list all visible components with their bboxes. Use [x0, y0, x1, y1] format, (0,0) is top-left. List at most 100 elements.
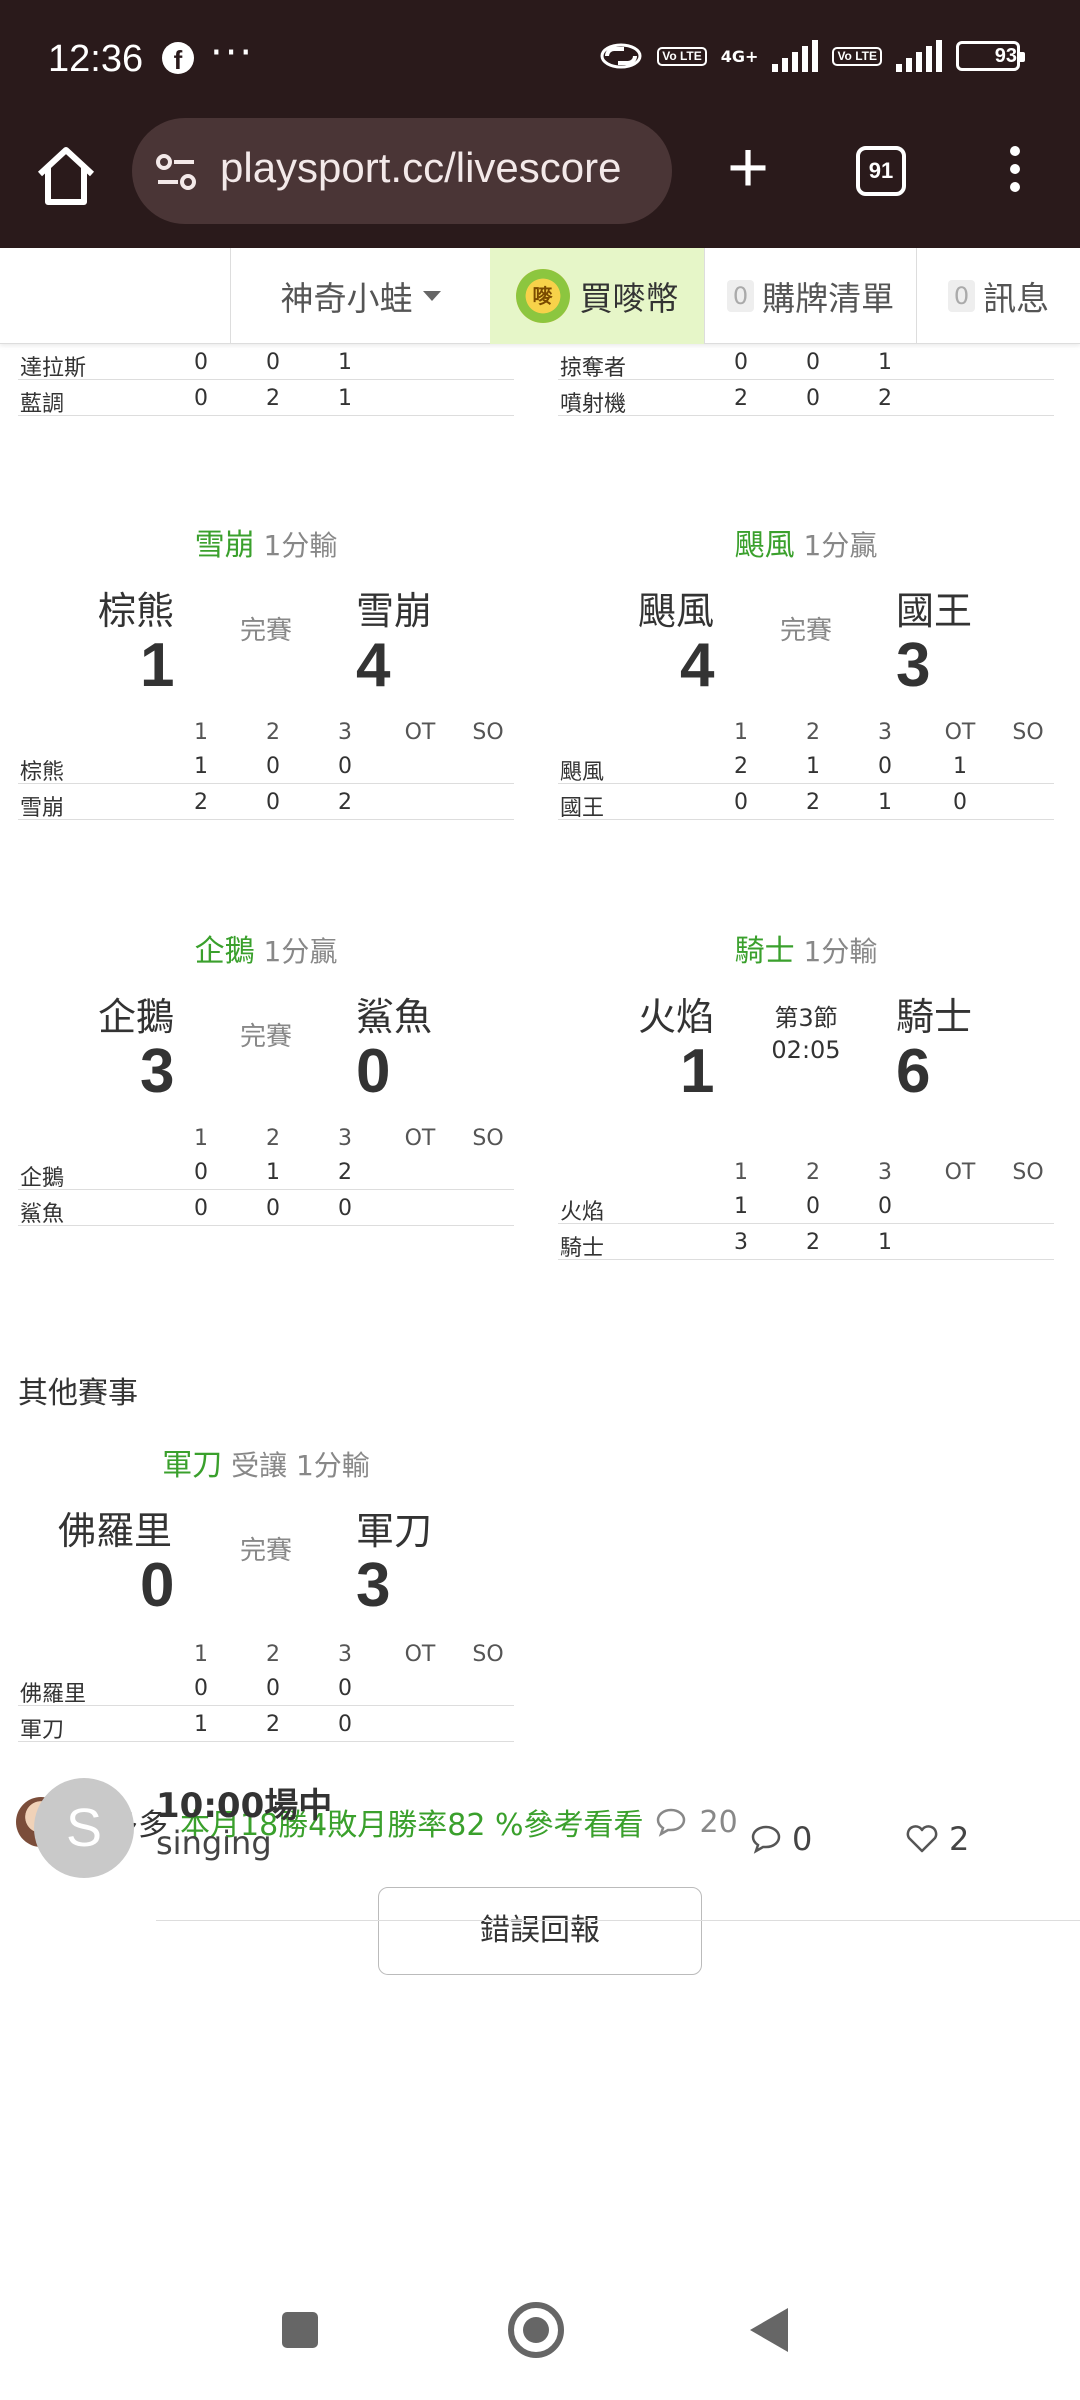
site-settings-icon[interactable] — [152, 148, 200, 196]
table-row: 藍調 0 2 1 — [18, 380, 514, 417]
away-team: 企鵝 — [98, 995, 175, 1039]
post-title[interactable]: 10:00場中 — [156, 1778, 332, 1827]
home-team: 軍刀 — [356, 1509, 433, 1553]
header-cell: 2 — [266, 720, 280, 745]
team-name: 噴射機 — [560, 392, 627, 417]
heart-icon — [906, 1825, 938, 1853]
period-score: 0 — [266, 790, 280, 815]
period-score: 1 — [806, 754, 820, 779]
table-row: 火焰 1 0 0 — [558, 1188, 1054, 1225]
period-table: 達拉斯 0 0 1 藍調 0 2 1 — [18, 344, 514, 417]
recent-apps-button[interactable] — [282, 2312, 318, 2348]
header-cell: 1 — [734, 1160, 748, 1185]
back-button[interactable] — [750, 2308, 788, 2352]
caret-down-icon — [422, 291, 441, 301]
team-name: 火焰 — [560, 1200, 605, 1225]
browser-menu-icon[interactable] — [990, 138, 1040, 208]
buy-coins-label: 買嘜幣 — [579, 279, 679, 318]
post-comments[interactable]: 0 — [750, 1820, 812, 1858]
home-score: 6 — [896, 1037, 931, 1106]
period-score: 0 — [266, 1676, 280, 1701]
battery-icon: 93 — [956, 41, 1025, 71]
winner-team: 企鵝 — [194, 934, 255, 969]
table-header: 1 2 3 OT SO — [558, 714, 1054, 748]
username: 神奇小蛙 — [280, 279, 413, 318]
home-button[interactable] — [508, 2302, 564, 2358]
game-status: 完賽 — [239, 1536, 292, 1566]
volte-icon-2: Vo LTE — [832, 46, 882, 66]
post-likes[interactable]: 2 — [905, 1820, 969, 1858]
scoreboard: 達拉斯 0 0 1 藍調 0 2 1 掠奪者 0 0 1 噴射機 2 0 2 雪… — [0, 344, 1080, 2300]
game-card[interactable]: 騎士 1分輸 火焰 1 第3節 02:05 騎士 6 — [546, 926, 1066, 1346]
header-cell: SO — [1012, 720, 1044, 745]
result-line: 雪崩 1分輸 — [6, 520, 526, 564]
home-team: 雪崩 — [356, 589, 433, 633]
tab-switcher-button[interactable]: 91 — [856, 146, 906, 196]
game-status: 完賽 — [779, 616, 832, 646]
comment-icon — [751, 1825, 781, 1854]
cart-count: 0 — [726, 280, 755, 312]
facebook-icon: f — [162, 42, 194, 75]
header-cell: OT — [404, 1126, 436, 1151]
header-cell: 3 — [338, 1642, 352, 1667]
post-item[interactable]: S 10:00場中 singing 0 2 — [0, 1764, 1080, 1914]
period-score: 2 — [338, 1160, 352, 1185]
table-row: 颶風 2 1 0 1 — [558, 748, 1054, 785]
period-score: 0 — [338, 1676, 352, 1701]
header-cell: SO — [472, 1642, 504, 1667]
winner-team: 雪崩 — [194, 528, 255, 563]
user-menu[interactable]: 神奇小蛙 — [230, 248, 490, 344]
table-row: 達拉斯 0 0 1 — [18, 344, 514, 381]
address-bar[interactable]: playsport.cc/livescore — [132, 118, 672, 224]
period-score: 0 — [878, 1194, 892, 1219]
period-score: 0 — [338, 1196, 352, 1221]
away-score: 0 — [140, 1551, 175, 1620]
period-score: 0 — [194, 1160, 208, 1185]
cart-button[interactable]: 0 購牌清單 — [704, 248, 916, 344]
period-score: 1 — [734, 1194, 748, 1219]
result-note: 1分輸 — [263, 529, 338, 562]
period-score: 1 — [878, 350, 892, 375]
table-header: 1 2 3 OT SO — [18, 1120, 514, 1154]
messages-button[interactable]: 0 訊息 — [916, 248, 1080, 344]
away-score: 1 — [140, 631, 175, 700]
period-score: 0 — [194, 1676, 208, 1701]
header-cell: 3 — [878, 1160, 892, 1185]
period-score: 0 — [734, 350, 748, 375]
home-team: 國王 — [896, 589, 973, 633]
result-line: 企鵝 1分贏 — [6, 926, 526, 970]
period-score: 0 — [194, 386, 208, 411]
home-score: 3 — [356, 1551, 391, 1620]
period-score: 0 — [338, 1712, 352, 1737]
result-line: 騎士 1分輸 — [546, 926, 1066, 970]
period-score: 2 — [266, 1712, 280, 1737]
messages-label: 訊息 — [983, 279, 1050, 318]
team-name: 棕熊 — [20, 760, 65, 785]
away-team: 佛羅里 — [58, 1509, 173, 1553]
site-nav: 神奇小蛙 嘜 買嘜幣 0 購牌清單 0 訊息 — [0, 248, 1080, 344]
period-table: 1 2 3 OT SO 火焰 1 0 0 騎士 3 2 1 — [558, 1154, 1054, 1261]
away-team: 颶風 — [638, 589, 715, 633]
period-score: 1 — [953, 754, 967, 779]
period-score: 0 — [266, 754, 280, 779]
result-line: 軍刀 受讓 1分輸 — [6, 1440, 526, 1484]
period-score: 0 — [338, 754, 352, 779]
comment-count: 0 — [792, 1820, 813, 1858]
result-note: 1分贏 — [263, 935, 338, 968]
period-score: 0 — [806, 350, 820, 375]
more-notifications-icon: ··· — [210, 30, 255, 76]
team-name: 達拉斯 — [20, 356, 87, 381]
team-name: 軍刀 — [20, 1718, 65, 1743]
signal-icon — [772, 40, 819, 72]
buy-coins-button[interactable]: 嘜 買嘜幣 — [490, 248, 704, 344]
winner-team: 騎士 — [734, 934, 795, 969]
period-score: 0 — [953, 790, 967, 815]
home-icon[interactable] — [30, 140, 102, 212]
period-score: 0 — [194, 350, 208, 375]
table-header: 1 2 3 OT SO — [18, 1636, 514, 1670]
header-cell: 2 — [806, 1160, 820, 1185]
table-row: 軍刀 1 2 0 — [18, 1706, 514, 1743]
new-tab-button[interactable]: + — [712, 118, 784, 224]
team-name: 掠奪者 — [560, 356, 627, 381]
period-score: 1 — [878, 790, 892, 815]
